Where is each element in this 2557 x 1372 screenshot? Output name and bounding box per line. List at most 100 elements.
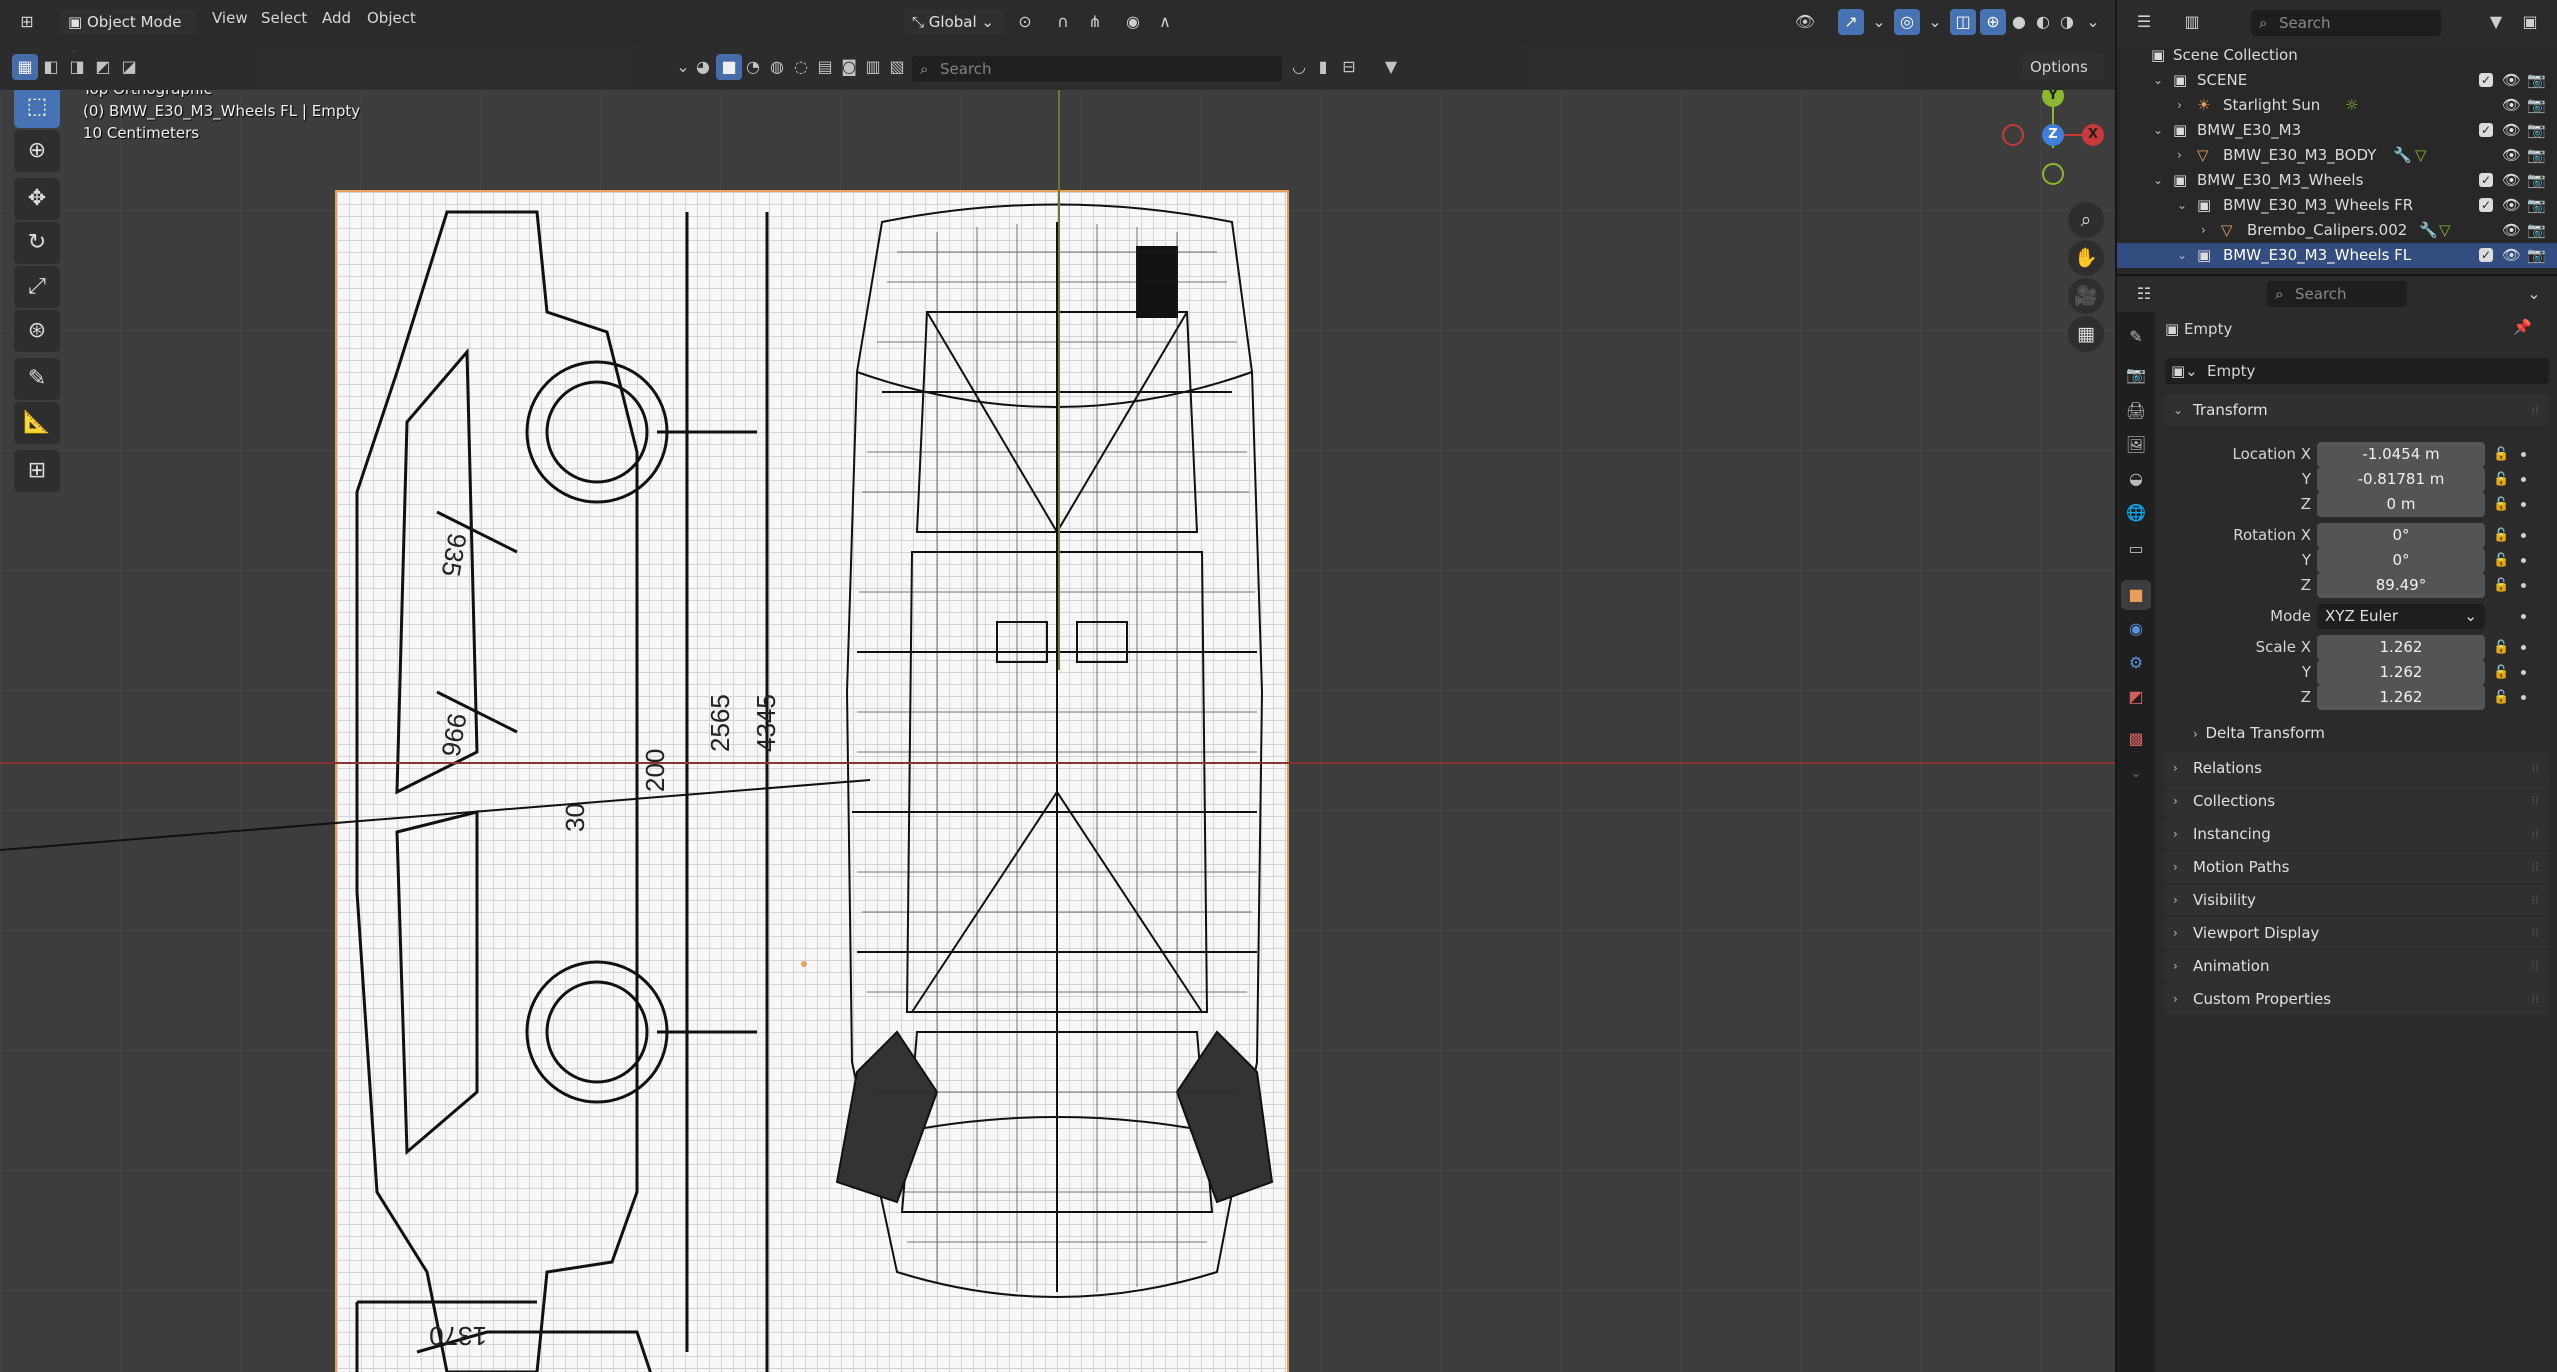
keyframe-dot[interactable] [2521, 477, 2526, 482]
visibility-icon[interactable]: 👁 [1792, 9, 1818, 35]
lock-icon[interactable]: 🔓 [2493, 467, 2509, 492]
lock-icon[interactable]: 🔓 [2493, 442, 2509, 467]
render-tab-icon[interactable]: 📷 [2121, 360, 2151, 390]
outliner-filter-icon[interactable]: ▼ [2483, 9, 2509, 35]
gizmo-dropdown-icon[interactable]: ⌄ [1866, 9, 1892, 35]
annotate-tool-icon[interactable]: ✎ [14, 358, 60, 400]
wireframe-shading-icon[interactable]: ⊕ [1980, 9, 2006, 35]
expand-icon[interactable]: › [2201, 218, 2206, 243]
lock-icon[interactable]: 🔓 [2493, 573, 2509, 598]
outliner-search-input[interactable]: ⌕ Search [2251, 10, 2441, 36]
rendered-shading-icon[interactable]: ◑ [2054, 9, 2080, 35]
data-tab-icon[interactable]: ◩ [2121, 682, 2151, 712]
collapse-icon[interactable]: ⌄ [2153, 68, 2163, 93]
pin-icon[interactable]: 📌 [2513, 318, 2532, 336]
material-shading-icon[interactable]: ◐ [2030, 9, 2056, 35]
keyframe-dot[interactable] [2521, 558, 2526, 563]
gizmo-neg-x-ball[interactable] [2002, 124, 2024, 146]
motion-paths-panel-header[interactable]: › Motion Paths ⁞⁞ [2165, 851, 2549, 883]
eye-icon[interactable]: 👁 [2502, 118, 2521, 143]
object-tab-icon[interactable]: ■ [2121, 580, 2151, 610]
outliner-row-scene[interactable]: ⌄ ▣ SCENE ✓ 👁 📷 [2117, 68, 2557, 93]
location-x-field[interactable]: -1.0454 m [2317, 442, 2485, 467]
scale-z-field[interactable]: 1.262 [2317, 685, 2485, 710]
keyframe-dot[interactable] [2521, 583, 2526, 588]
render-camera-icon[interactable]: 📷 [2527, 68, 2546, 93]
mode-dropdown[interactable]: ▣ Object Mode ⌄ [60, 9, 196, 57]
scale-tool-icon[interactable]: ⤢ [14, 266, 60, 308]
outliner-row-bmw-e30-m3[interactable]: ⌄ ▣ BMW_E30_M3 ✓ 👁 📷 [2117, 118, 2557, 143]
properties-options-icon[interactable]: ⌄ [2521, 281, 2547, 307]
eye-icon[interactable]: 👁 [2502, 68, 2521, 93]
keyframe-dot[interactable] [2521, 645, 2526, 650]
outliner-row-scene-collection[interactable]: ▣ Scene Collection [2117, 43, 2557, 68]
custom-properties-panel-header[interactable]: › Custom Properties ⁞⁞ [2165, 983, 2549, 1015]
drag-grip-icon[interactable]: ⁞⁞ [2531, 851, 2539, 883]
origin-point[interactable] [801, 961, 807, 967]
scale-x-field[interactable]: 1.262 [2317, 635, 2485, 660]
render-camera-icon[interactable]: 📷 [2527, 143, 2546, 168]
lock-icon[interactable]: 🔓 [2493, 523, 2509, 548]
select-subtract-icon[interactable]: ◨ [64, 54, 90, 80]
select-extend-icon[interactable]: ◧ [38, 54, 64, 80]
solid-shading-icon[interactable]: ● [2006, 9, 2032, 35]
collapse-icon[interactable]: ⌄ [2153, 168, 2163, 193]
bookmark-icon[interactable]: ▮ [1310, 54, 1336, 80]
exclude-checkbox[interactable]: ✓ [2479, 198, 2493, 212]
camera-filter-icon[interactable]: ▧ [884, 54, 910, 80]
constraints-tab-icon[interactable]: ⚙ [2121, 648, 2151, 678]
physics-tab-icon[interactable]: ◉ [2121, 614, 2151, 644]
shading-dropdown-icon[interactable]: ⌄ [2080, 9, 2106, 35]
curve-filter-icon[interactable]: ◔ [740, 54, 766, 80]
exclude-checkbox[interactable]: ✓ [2479, 173, 2493, 187]
exclude-checkbox[interactable]: ✓ [2479, 248, 2493, 262]
display-mode-icon[interactable]: ▥ [2179, 9, 2205, 35]
scale-y-field[interactable]: 1.262 [2317, 660, 2485, 685]
view-layer-tab-icon[interactable]: 🖼 [2121, 430, 2151, 460]
editor-type-icon[interactable]: ⊞ [14, 9, 40, 35]
location-z-field[interactable]: 0 m [2317, 492, 2485, 517]
outliner-row-bmw-body[interactable]: › ▽ BMW_E30_M3_BODY 🔧 ▽ 👁 📷 [2117, 143, 2557, 168]
eye-icon[interactable]: 👁 [2502, 93, 2521, 118]
lock-icon[interactable]: 🔓 [2493, 492, 2509, 517]
lock-icon[interactable]: 🔓 [2493, 660, 2509, 685]
snap-target-icon[interactable]: ⋔ [1082, 9, 1108, 35]
select-difference-icon[interactable]: ◩ [90, 54, 116, 80]
measure-tool-icon[interactable]: 📐 [14, 402, 60, 444]
rotation-z-field[interactable]: 89.49° [2317, 573, 2485, 598]
surface-filter-icon[interactable]: ◍ [764, 54, 790, 80]
render-camera-icon[interactable]: 📷 [2527, 168, 2546, 193]
eye-icon[interactable]: 👁 [2502, 168, 2521, 193]
collections-panel-header[interactable]: › Collections ⁞⁞ [2165, 785, 2549, 817]
text-filter-icon[interactable]: ▤ [812, 54, 838, 80]
transform-orientation-dropdown[interactable]: ⤡ Global ⌄ [904, 9, 1004, 35]
keyframe-dot[interactable] [2521, 452, 2526, 457]
viewport-search-input[interactable]: ⌕ Search [912, 56, 1282, 82]
camera-view-icon[interactable]: 🎥 [2068, 278, 2104, 314]
layout-icon[interactable]: ⊟ [1336, 54, 1362, 80]
drag-grip-icon[interactable]: ⁞⁞ [2531, 752, 2539, 784]
xray-icon[interactable]: ◫ [1950, 9, 1976, 35]
3d-viewport[interactable]: 935 996 2565 4345 200 30 1370 (0) BMW_E3… [0, 90, 2115, 1372]
drag-grip-icon[interactable]: ⁞⁞ [2531, 983, 2539, 1015]
eye-icon[interactable]: 👁 [2502, 218, 2521, 243]
relations-panel-header[interactable]: › Relations ⁞⁞ [2165, 752, 2549, 784]
delta-transform-subpanel[interactable]: › Delta Transform [2193, 724, 2325, 742]
zoom-icon[interactable]: ⌕ [2068, 202, 2104, 238]
overlays-icon[interactable]: ◎ [1894, 9, 1920, 35]
area-divider[interactable] [2115, 0, 2117, 1372]
transform-panel-header[interactable]: ⌄ Transform ⁞⁞ [2165, 394, 2549, 426]
rotation-mode-dropdown[interactable]: XYZ Euler ⌄ [2317, 604, 2485, 629]
render-camera-icon[interactable]: 📷 [2527, 118, 2546, 143]
tool-tab-icon[interactable]: ✎ [2121, 322, 2151, 352]
overlays-dropdown-icon[interactable]: ⌄ [1922, 9, 1948, 35]
outliner-row-starlight-sun[interactable]: › ☀ Starlight Sun ☼ 👁 📷 [2117, 93, 2557, 118]
scene-tab-icon[interactable]: ◒ [2121, 464, 2151, 494]
gizmo-x-ball[interactable]: X [2082, 124, 2104, 146]
area-divider-horizontal[interactable] [2117, 274, 2557, 276]
collapse-icon[interactable]: ⌄ [2177, 243, 2187, 268]
ortho-grid-icon[interactable]: ▦ [2068, 316, 2104, 352]
rotation-y-field[interactable]: 0° [2317, 548, 2485, 573]
new-collection-icon[interactable]: ▣ [2517, 9, 2543, 35]
collection-tab-icon[interactable]: ▭ [2121, 534, 2151, 564]
